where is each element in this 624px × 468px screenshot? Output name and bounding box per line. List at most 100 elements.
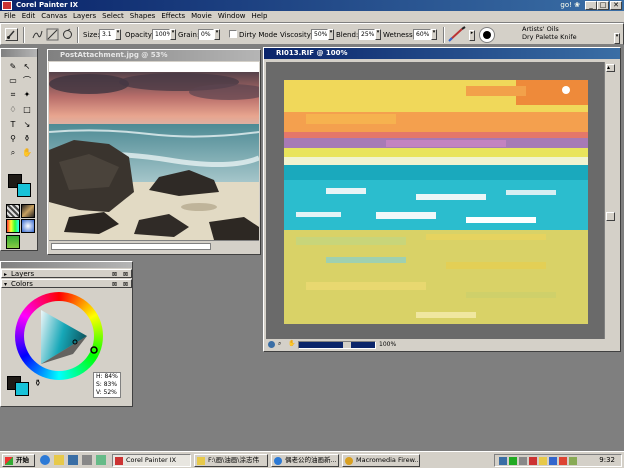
brush-variant: Dry Palette Knife [522, 33, 577, 41]
taskbar-button-browser[interactable]: 偶老公的油画新... [271, 454, 339, 467]
paint-bucket-tool[interactable]: ⚱ [21, 134, 33, 146]
menu-movie[interactable]: Movie [188, 11, 215, 22]
wetness-spinner[interactable]: ▾ [431, 29, 437, 40]
painting-canvas[interactable] [266, 62, 604, 339]
taskbar-button-painter[interactable]: Corel Painter IX [112, 454, 191, 467]
eyedropper-tool[interactable]: ⚲ [7, 134, 19, 146]
menu-help[interactable]: Help [248, 11, 270, 22]
clone-color-icon[interactable]: ⚱ [34, 380, 44, 390]
grabber-tool[interactable]: ✋ [21, 148, 33, 160]
brush-tool-icon[interactable] [5, 28, 18, 41]
blend-field[interactable]: 25% [358, 29, 375, 40]
dab-preview[interactable] [479, 27, 495, 43]
volume-tray-icon[interactable] [519, 457, 527, 465]
menu-edit[interactable]: Edit [19, 11, 39, 22]
painting-workspace[interactable] [266, 62, 604, 339]
menu-layers[interactable]: Layers [70, 11, 99, 22]
messenger-tray-icon[interactable] [539, 457, 547, 465]
viscosity-field[interactable]: 50% [311, 29, 328, 40]
text-tool[interactable]: T [7, 120, 19, 132]
brush-name-display[interactable]: Artists' Oils Dry Palette Knife [522, 25, 610, 43]
shape-selection-tool[interactable]: ↘ [21, 120, 33, 132]
opacity-spinner[interactable]: ▾ [170, 29, 176, 40]
update-tray-icon[interactable] [559, 457, 567, 465]
menu-effects[interactable]: Effects [158, 11, 188, 22]
layer-adjuster-tool[interactable]: ↖ [21, 62, 33, 74]
grain-field[interactable]: 0% [198, 29, 214, 40]
brush-selector-dropdown[interactable]: ▸ [469, 30, 475, 41]
gradient-selector-icon[interactable] [6, 219, 20, 233]
painting-vertical-scrollbar[interactable]: ▴ [604, 62, 616, 339]
outlook-quicklaunch-icon[interactable] [54, 455, 64, 465]
magic-wand-tool[interactable]: ✦ [21, 90, 33, 102]
blend-spinner[interactable]: ▾ [375, 29, 381, 40]
hue-ring[interactable] [15, 292, 103, 380]
crop-tool[interactable]: ⌗ [7, 90, 19, 102]
layers-close-icon[interactable]: ⊠ [123, 270, 128, 279]
size-field[interactable]: 3.1 [99, 29, 115, 40]
app-quicklaunch-icon[interactable] [96, 455, 106, 465]
colors-menu-icon[interactable]: ⊠ [112, 280, 117, 289]
rect-shape-tool[interactable]: □ [21, 105, 33, 117]
menu-select[interactable]: Select [99, 11, 127, 22]
grabber-icon[interactable]: ✋ [288, 341, 295, 348]
antivirus-tray-icon[interactable] [529, 457, 537, 465]
palette-title-bar[interactable] [1, 262, 132, 268]
size-spinner[interactable]: ▾ [115, 29, 121, 40]
pattern-selector-icon[interactable] [21, 204, 35, 218]
maximize-button[interactable]: □ [597, 1, 609, 10]
paper-selector-icon[interactable] [6, 204, 20, 218]
additional-color-swatch[interactable] [17, 183, 31, 197]
close-button[interactable]: ✕ [610, 1, 622, 10]
pen-tool[interactable]: ♢ [7, 105, 19, 117]
grain-spinner[interactable]: ▾ [214, 29, 220, 40]
ie-quicklaunch-icon[interactable] [40, 455, 50, 465]
painting-window-title-bar[interactable]: RI013.RIF @ 100% [264, 48, 620, 59]
minimize-button[interactable]: _ [585, 1, 597, 10]
brush-variant-dropdown[interactable]: ▾ [614, 33, 620, 44]
layers-menu-icon[interactable]: ⊠ [112, 270, 117, 279]
colors-palette-header[interactable]: ▾ Colors ⊠ ⊠ [1, 279, 132, 288]
freehand-stroke-icon[interactable] [31, 28, 44, 41]
menu-file[interactable]: File [0, 11, 19, 22]
app-tray-icon[interactable] [569, 457, 577, 465]
magnifier-tool[interactable]: ⌕ [7, 148, 19, 160]
magnifier-icon[interactable]: ⌕ [278, 341, 285, 348]
photo-horizontal-scrollbar[interactable] [49, 240, 259, 252]
zoom-slider[interactable] [298, 341, 376, 349]
input-method-tray-icon[interactable] [549, 457, 557, 465]
colors-close-icon[interactable]: ⊠ [123, 280, 128, 289]
opacity-field[interactable]: 100% [152, 29, 172, 40]
security-tray-icon[interactable] [509, 457, 517, 465]
media-quicklaunch-icon[interactable] [82, 455, 92, 465]
taskbar-button-folder[interactable]: F:\画\油画\涂志伟 [194, 454, 268, 467]
reset-tool-icon[interactable] [61, 28, 74, 41]
desktop-quicklaunch-icon[interactable] [68, 455, 78, 465]
lasso-tool[interactable]: ⌒ [21, 76, 33, 88]
toolbox-title[interactable] [1, 49, 37, 57]
rect-select-tool[interactable]: ▭ [7, 76, 19, 88]
photo-canvas-area[interactable] [48, 62, 269, 240]
menu-window[interactable]: Window [215, 11, 249, 22]
start-button[interactable]: 开始 [2, 454, 35, 467]
look-selector-icon[interactable] [6, 235, 20, 249]
wetness-field[interactable]: 60% [413, 29, 431, 40]
taskbar-button-fireworks[interactable]: Macromedia Firew... [342, 454, 420, 467]
brush-selector-icon[interactable] [447, 26, 467, 42]
tracker-icon[interactable] [268, 341, 275, 348]
menu-shapes[interactable]: Shapes [127, 11, 159, 22]
network-tray-icon[interactable] [499, 457, 507, 465]
taskbar-label: Macromedia Firew... [356, 456, 420, 464]
layers-palette-header[interactable]: ▸ Layers ⊠ ⊠ [1, 269, 132, 278]
saturation-value-triangle[interactable] [15, 292, 103, 380]
brush-category: Artists' Oils [522, 25, 559, 33]
palette-additional-color[interactable] [15, 382, 29, 396]
brush-tool[interactable]: ✎ [7, 62, 19, 74]
photo-window-title-bar[interactable]: PostAttachment.jpg @ 53% [48, 50, 260, 61]
viscosity-spinner[interactable]: ▾ [328, 29, 334, 40]
painter-app-icon[interactable] [2, 1, 12, 10]
dirty-mode-checkbox[interactable] [229, 30, 237, 38]
nozzle-selector-icon[interactable] [21, 219, 35, 233]
straight-line-icon[interactable] [46, 28, 59, 41]
menu-canvas[interactable]: Canvas [38, 11, 70, 22]
